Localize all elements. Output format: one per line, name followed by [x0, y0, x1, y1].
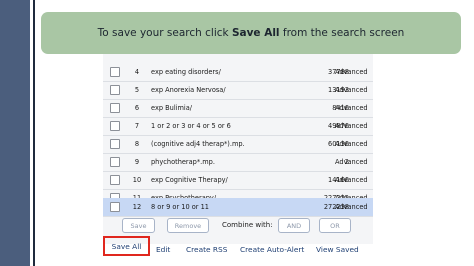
row-checkbox[interactable]: [110, 103, 120, 113]
row-checkbox[interactable]: [110, 121, 120, 131]
row-number: 7: [134, 122, 140, 130]
row-number: 4: [134, 68, 140, 76]
save-all-link[interactable]: Save All: [103, 236, 150, 256]
save-all-label: Save All: [111, 241, 142, 251]
table-row: 7 1 or 2 or 3 or 4 or 5 or 6 49876 Advan…: [103, 117, 373, 136]
row-type: Advanced: [335, 68, 368, 76]
row-number: 10: [132, 176, 142, 184]
banner-text-bold: Save All: [231, 27, 280, 39]
table-row: 6 exp Bulimia/ 8416 Advanced: [103, 99, 373, 118]
row-number: 12: [132, 203, 142, 211]
table-row: 8 (cognitive adj4 therap*).mp. 60136 Adv…: [103, 135, 373, 154]
left-accent-bar: [0, 0, 30, 266]
row-number: 5: [134, 86, 140, 94]
table-row: 4 exp eating disorders/ 37788 Advanced: [103, 63, 373, 82]
row-checkbox[interactable]: [110, 175, 120, 185]
and-button[interactable]: AND: [278, 218, 310, 233]
row-number: 9: [134, 158, 140, 166]
table-row-selected: 12 8 or 9 or 10 or 11 272238 Advanced: [103, 198, 373, 217]
row-checkbox[interactable]: [110, 157, 120, 167]
row-query[interactable]: (cognitive adj4 therap*).mp.: [151, 140, 245, 148]
remove-button[interactable]: Remove: [167, 218, 209, 233]
row-query[interactable]: exp Bulimia/: [151, 104, 192, 112]
row-checkbox[interactable]: [110, 85, 120, 95]
instruction-banner: To save your search click Save All from …: [41, 12, 461, 54]
row-type: Advanced: [335, 122, 368, 130]
table-row: 9 phychotherap*.mp. 2 Advanced: [103, 153, 373, 172]
table-row: 10 exp Cognitive Therapy/ 14166 Advanced: [103, 171, 373, 190]
row-type: Advanced: [335, 203, 368, 211]
row-type: Advanced: [335, 176, 368, 184]
row-query[interactable]: exp Anorexia Nervosa/: [151, 86, 226, 94]
row-type: Advanced: [335, 104, 368, 112]
row-checkbox[interactable]: [110, 67, 120, 77]
row-number: 8: [134, 140, 140, 148]
create-auto-alert-link[interactable]: Create Auto-Alert: [240, 243, 304, 256]
or-button[interactable]: OR: [319, 218, 351, 233]
banner-text-after: from the search screen: [282, 27, 405, 39]
banner-text-before: To save your search click: [97, 27, 229, 39]
table-row: 5 exp Anorexia Nervosa/ 13193 Advanced: [103, 81, 373, 100]
row-query[interactable]: 1 or 2 or 3 or 4 or 5 or 6: [151, 122, 231, 130]
row-query[interactable]: phychotherap*.mp.: [151, 158, 215, 166]
view-saved-link[interactable]: View Saved: [316, 243, 359, 256]
row-checkbox[interactable]: [110, 202, 120, 212]
row-type: Advanced: [335, 140, 368, 148]
row-query[interactable]: 8 or 9 or 10 or 11: [151, 203, 209, 211]
combine-with-label: Combine with:: [222, 221, 273, 229]
row-type: Advanced: [335, 86, 368, 94]
create-rss-link[interactable]: Create RSS: [186, 243, 227, 256]
row-type: Advanced: [335, 158, 368, 166]
row-checkbox[interactable]: [110, 139, 120, 149]
left-divider-line: [33, 0, 35, 266]
row-number: 6: [134, 104, 140, 112]
row-query[interactable]: exp eating disorders/: [151, 68, 221, 76]
edit-link[interactable]: Edit: [156, 243, 170, 256]
row-query[interactable]: exp Cognitive Therapy/: [151, 176, 228, 184]
save-button[interactable]: Save: [122, 218, 155, 233]
